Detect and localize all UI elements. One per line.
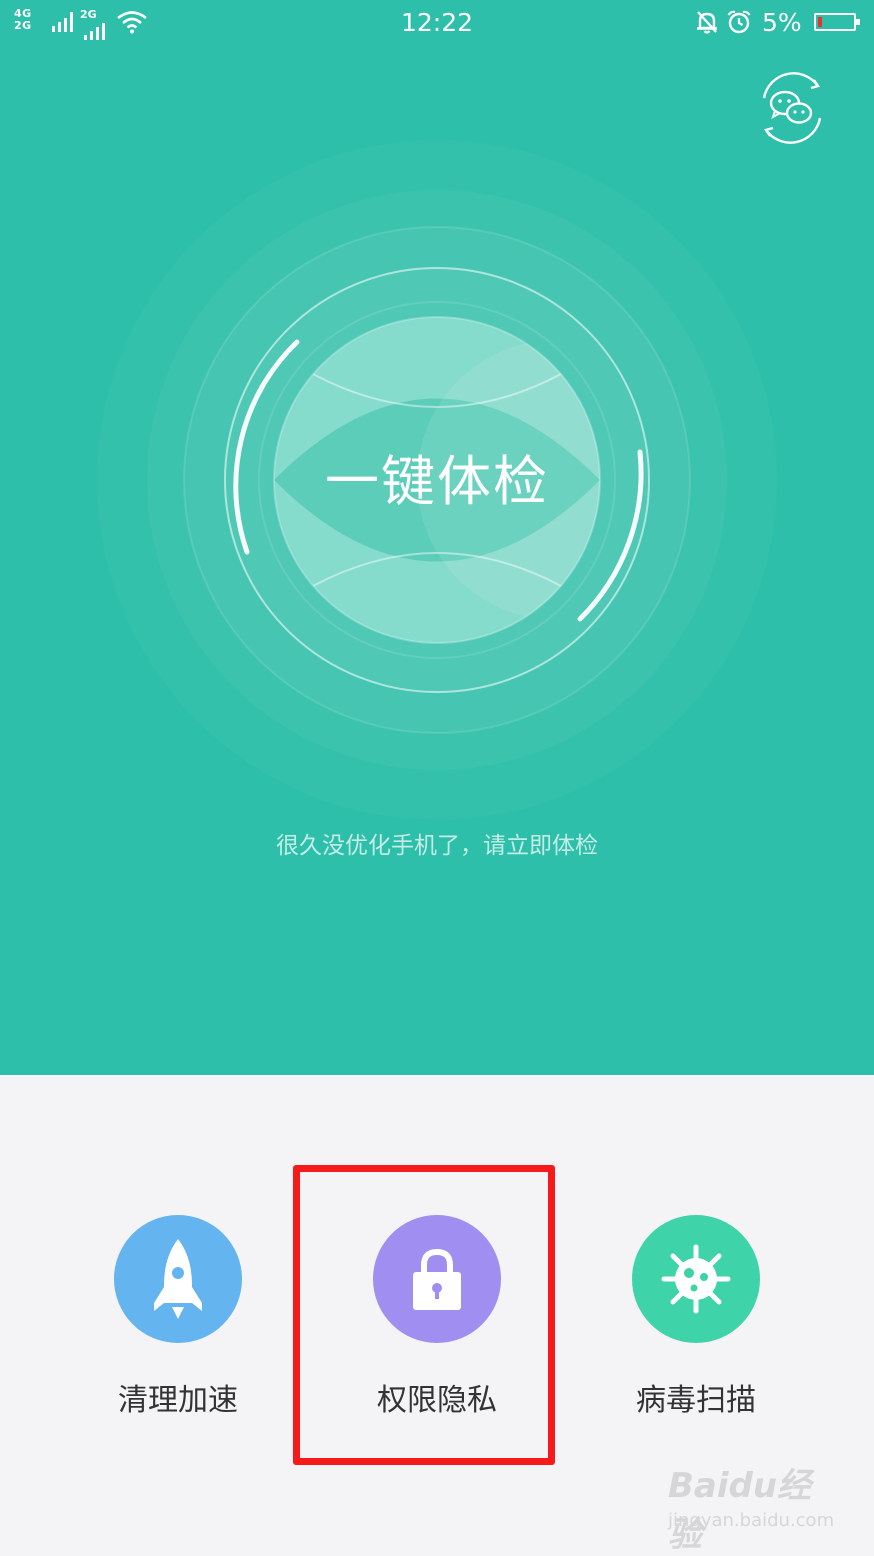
highlight-box [293, 1165, 555, 1465]
battery-percent: 5% [762, 8, 802, 37]
mute-bell-icon [697, 11, 717, 34]
clean-speedup-label: 清理加速 [118, 1383, 238, 1418]
rocket-icon [114, 1215, 242, 1343]
clean-speedup-tool[interactable]: 清理加速 [88, 1215, 268, 1419]
battery-icon [814, 13, 860, 31]
baidu-jingyan-watermark: Baidu经验 jingyan.baidu.com [668, 1466, 835, 1555]
one-click-check-button[interactable]: 一键体检 [0, 450, 874, 514]
status-bar: 4G 2G 2G 12:22 5% [0, 0, 874, 46]
virus-scan-label: 病毒扫描 [636, 1383, 756, 1418]
optimize-hint-text: 很久没优化手机了，请立即体检 [276, 833, 598, 859]
virus-scan-tool[interactable]: 病毒扫描 [606, 1215, 786, 1419]
header-panel: 4G 2G 2G 12:22 5% 一键体检 很久没优化手机了，请立即体检 [0, 0, 874, 1075]
virus-icon [632, 1215, 760, 1343]
alarm-icon [727, 10, 751, 34]
phone-screen: 4G 2G 2G 12:22 5% 一键体检 很久没优化手机了，请立即体检 清理… [0, 0, 874, 1555]
